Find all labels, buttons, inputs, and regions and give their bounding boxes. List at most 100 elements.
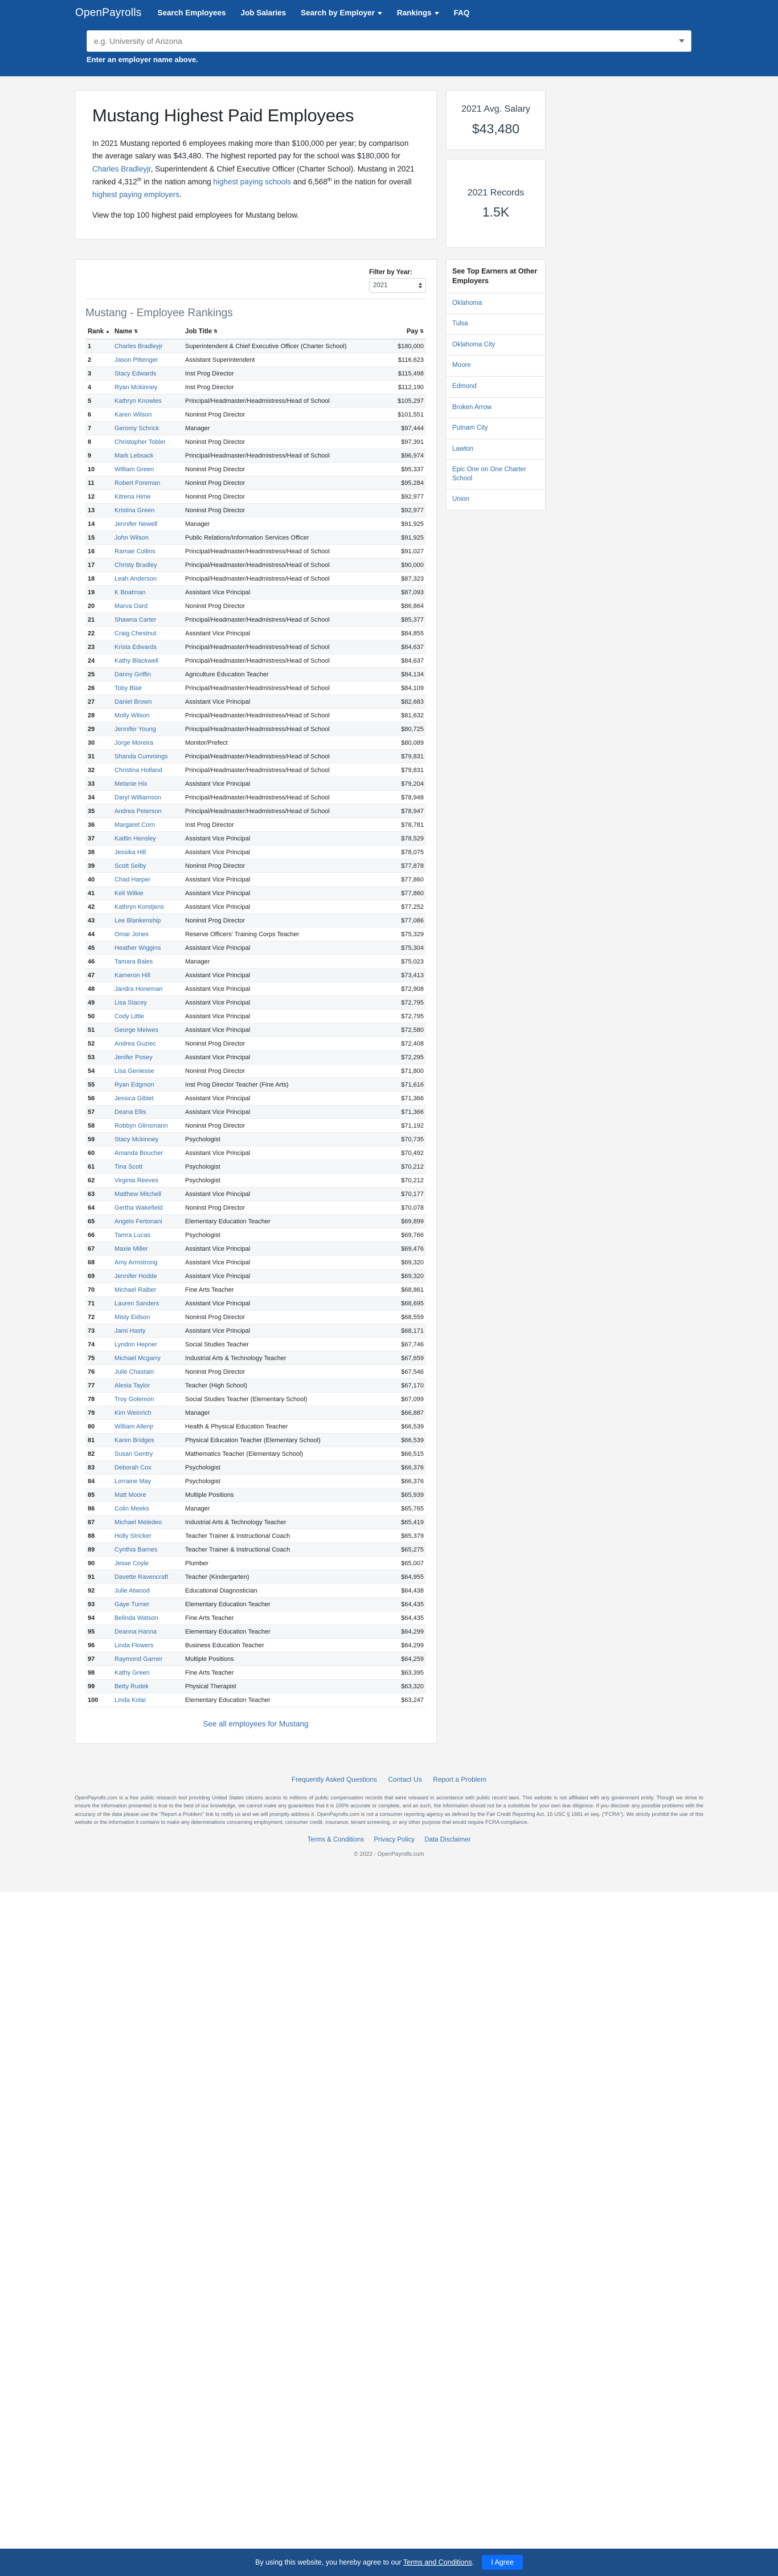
employee-link[interactable]: Ryan Edgmon	[114, 1081, 154, 1088]
employee-link[interactable]: Stacy Mckinney	[114, 1136, 158, 1143]
employee-link[interactable]: Jennifer Young	[114, 726, 156, 733]
employee-link[interactable]: Craig Chestnut	[114, 630, 156, 637]
nav-item-faq[interactable]: FAQ	[454, 9, 470, 17]
employee-link[interactable]: Cynthia Barnes	[114, 1546, 157, 1553]
employee-link[interactable]: John Wilson	[114, 534, 149, 541]
employee-link[interactable]: Lisa Stacey	[114, 999, 147, 1006]
employee-link[interactable]: Lauren Sanders	[114, 1300, 159, 1307]
other-employer-item[interactable]: Putnam City	[447, 418, 545, 439]
employee-link[interactable]: Christy Bradley	[114, 562, 157, 569]
employee-link[interactable]: Lisa Geniesse	[114, 1068, 154, 1075]
employee-link[interactable]: Ramae Collins	[114, 548, 155, 555]
employee-link[interactable]: Amanda Boucher	[114, 1150, 163, 1157]
employee-link[interactable]: Deborah Cox	[114, 1464, 151, 1471]
employee-link[interactable]: Leah Anderson	[114, 575, 157, 582]
employee-link[interactable]: Michael Mcgarry	[114, 1355, 161, 1362]
employee-link[interactable]: Julie Atwood	[114, 1587, 150, 1594]
employee-link[interactable]: Matt Moore	[114, 1492, 146, 1499]
employee-link[interactable]: Karen Wilson	[114, 411, 151, 418]
employee-link[interactable]: Deanna Hanna	[114, 1628, 157, 1635]
footer-link-faq[interactable]: Frequently Asked Questions	[292, 1775, 377, 1783]
employee-link[interactable]: Michael Meledeo	[114, 1519, 162, 1526]
employee-link[interactable]: Andrea Peterson	[114, 808, 162, 815]
other-employer-item[interactable]: Tulsa	[447, 314, 545, 335]
employee-link[interactable]: Andrea Guziec	[114, 1040, 156, 1047]
employee-link[interactable]: K Boatman	[114, 589, 145, 596]
employee-link[interactable]: Jenifer Posey	[114, 1054, 153, 1061]
see-all-employees-link[interactable]: See all employees for Mustang	[203, 1720, 308, 1728]
footer-link-contact[interactable]: Contact Us	[388, 1775, 421, 1783]
employee-link[interactable]: George Meiwes	[114, 1027, 158, 1034]
employer-search-input[interactable]	[87, 30, 691, 52]
employee-link[interactable]: Alesia Taylor	[114, 1382, 150, 1389]
footer-link-data-disclaimer[interactable]: Data Disclaimer	[424, 1836, 470, 1843]
employee-link[interactable]: Kathy Green	[114, 1669, 150, 1676]
employee-link[interactable]: Jennifer Newell	[114, 521, 157, 528]
employee-link[interactable]: Gaye Turner	[114, 1601, 149, 1608]
employee-link[interactable]: Daryl Williamson	[114, 794, 161, 801]
employee-link[interactable]: Betty Rudek	[114, 1683, 149, 1690]
link-highest-paying-employers[interactable]: highest paying employers	[92, 190, 179, 199]
cookie-agree-button[interactable]: I Agree	[482, 2555, 523, 2570]
employee-link[interactable]: Amy Armstrong	[114, 1259, 157, 1266]
employee-link[interactable]: Kristina Green	[114, 507, 154, 514]
employee-link[interactable]: Ryan Mckinney	[114, 384, 157, 391]
employee-link[interactable]: Danny Griffin	[114, 671, 151, 678]
employee-link[interactable]: Chad Harper	[114, 876, 150, 883]
employee-link[interactable]: Lorraine May	[114, 1478, 151, 1485]
employee-link[interactable]: Melanie Hix	[114, 781, 147, 787]
cookie-terms-link[interactable]: Terms and Conditions	[403, 2558, 472, 2566]
year-select[interactable]: 2021	[369, 278, 426, 293]
other-employer-item[interactable]: Oklahoma	[447, 293, 545, 315]
employee-link[interactable]: Jorge Moreira	[114, 740, 153, 746]
employee-link[interactable]: Holly Stricker	[114, 1533, 151, 1540]
employee-link[interactable]: Charles Bradleyjr	[114, 343, 162, 350]
other-employer-link[interactable]: Tulsa	[452, 320, 539, 329]
employee-link[interactable]: Marva Oard	[114, 603, 148, 610]
employee-link[interactable]: Julie Chastain	[114, 1369, 154, 1375]
employee-link[interactable]: Lyndon Hepner	[114, 1341, 157, 1348]
brand-logo[interactable]: OpenPayrolls	[75, 7, 141, 19]
employee-link[interactable]: Shawna Carter	[114, 617, 156, 623]
employee-link[interactable]: Colin Meeks	[114, 1505, 149, 1512]
employee-link[interactable]: Jandra Honeman	[114, 986, 162, 993]
employee-link[interactable]: Jason Pittenger	[114, 357, 158, 364]
footer-link-report[interactable]: Report a Problem	[433, 1775, 486, 1783]
other-employer-link[interactable]: Oklahoma City	[452, 341, 539, 350]
employee-link[interactable]: Gertha Wakefield	[114, 1205, 163, 1211]
employee-link[interactable]: Shanda Cummings	[114, 753, 168, 760]
nav-item-search-employees[interactable]: Search Employees	[157, 9, 226, 17]
column-header-rank[interactable]: Rank ▲	[85, 325, 113, 340]
nav-item-search-by-employer[interactable]: Search by Employer	[301, 9, 382, 17]
employee-link[interactable]: Molly Wilson	[114, 712, 150, 719]
employee-link[interactable]: Susan Gentry	[114, 1451, 153, 1458]
column-header-job-title[interactable]: Job Title ⇅	[183, 325, 383, 340]
employee-link[interactable]: Geromy Schrick	[114, 425, 159, 432]
other-employer-link[interactable]: Oklahoma	[452, 299, 539, 308]
employee-link[interactable]: Tamra Lucas	[114, 1232, 150, 1239]
employee-link[interactable]: Virginia Reeves	[114, 1177, 158, 1184]
footer-link-privacy[interactable]: Privacy Policy	[374, 1836, 415, 1843]
other-employer-item[interactable]: Edmond	[447, 377, 545, 398]
footer-link-terms[interactable]: Terms & Conditions	[308, 1836, 365, 1843]
other-employer-link[interactable]: Putnam City	[452, 424, 539, 433]
other-employer-link[interactable]: Broken Arrow	[452, 403, 539, 413]
employee-link[interactable]: Kitrena Hime	[114, 493, 151, 500]
employee-link[interactable]: Jesse Coyle	[114, 1560, 149, 1567]
employee-link[interactable]: Jessika Hill	[114, 849, 146, 856]
employee-link[interactable]: Heather Wiggins	[114, 945, 161, 952]
employee-link[interactable]: William Green	[114, 466, 154, 473]
employee-link[interactable]: William Allenjr	[114, 1423, 153, 1430]
employee-link[interactable]: Krista Edwards	[114, 644, 157, 651]
employee-link[interactable]: Belinda Watson	[114, 1615, 158, 1622]
other-employer-item[interactable]: Lawton	[447, 439, 545, 460]
employee-link[interactable]: Raymond Garner	[114, 1656, 162, 1663]
employee-link[interactable]: Davette Ravencraft	[114, 1574, 168, 1581]
other-employer-item[interactable]: Broken Arrow	[447, 398, 545, 419]
employee-link[interactable]: Michael Raiber	[114, 1287, 156, 1293]
employee-link[interactable]: Robert Foreman	[114, 480, 160, 487]
other-employer-link[interactable]: Lawton	[452, 445, 539, 454]
employee-link[interactable]: Kim Weinrich	[114, 1410, 151, 1416]
employee-link[interactable]: Kathryn Knowles	[114, 398, 162, 405]
employee-link[interactable]: Daniel Brown	[114, 699, 151, 705]
